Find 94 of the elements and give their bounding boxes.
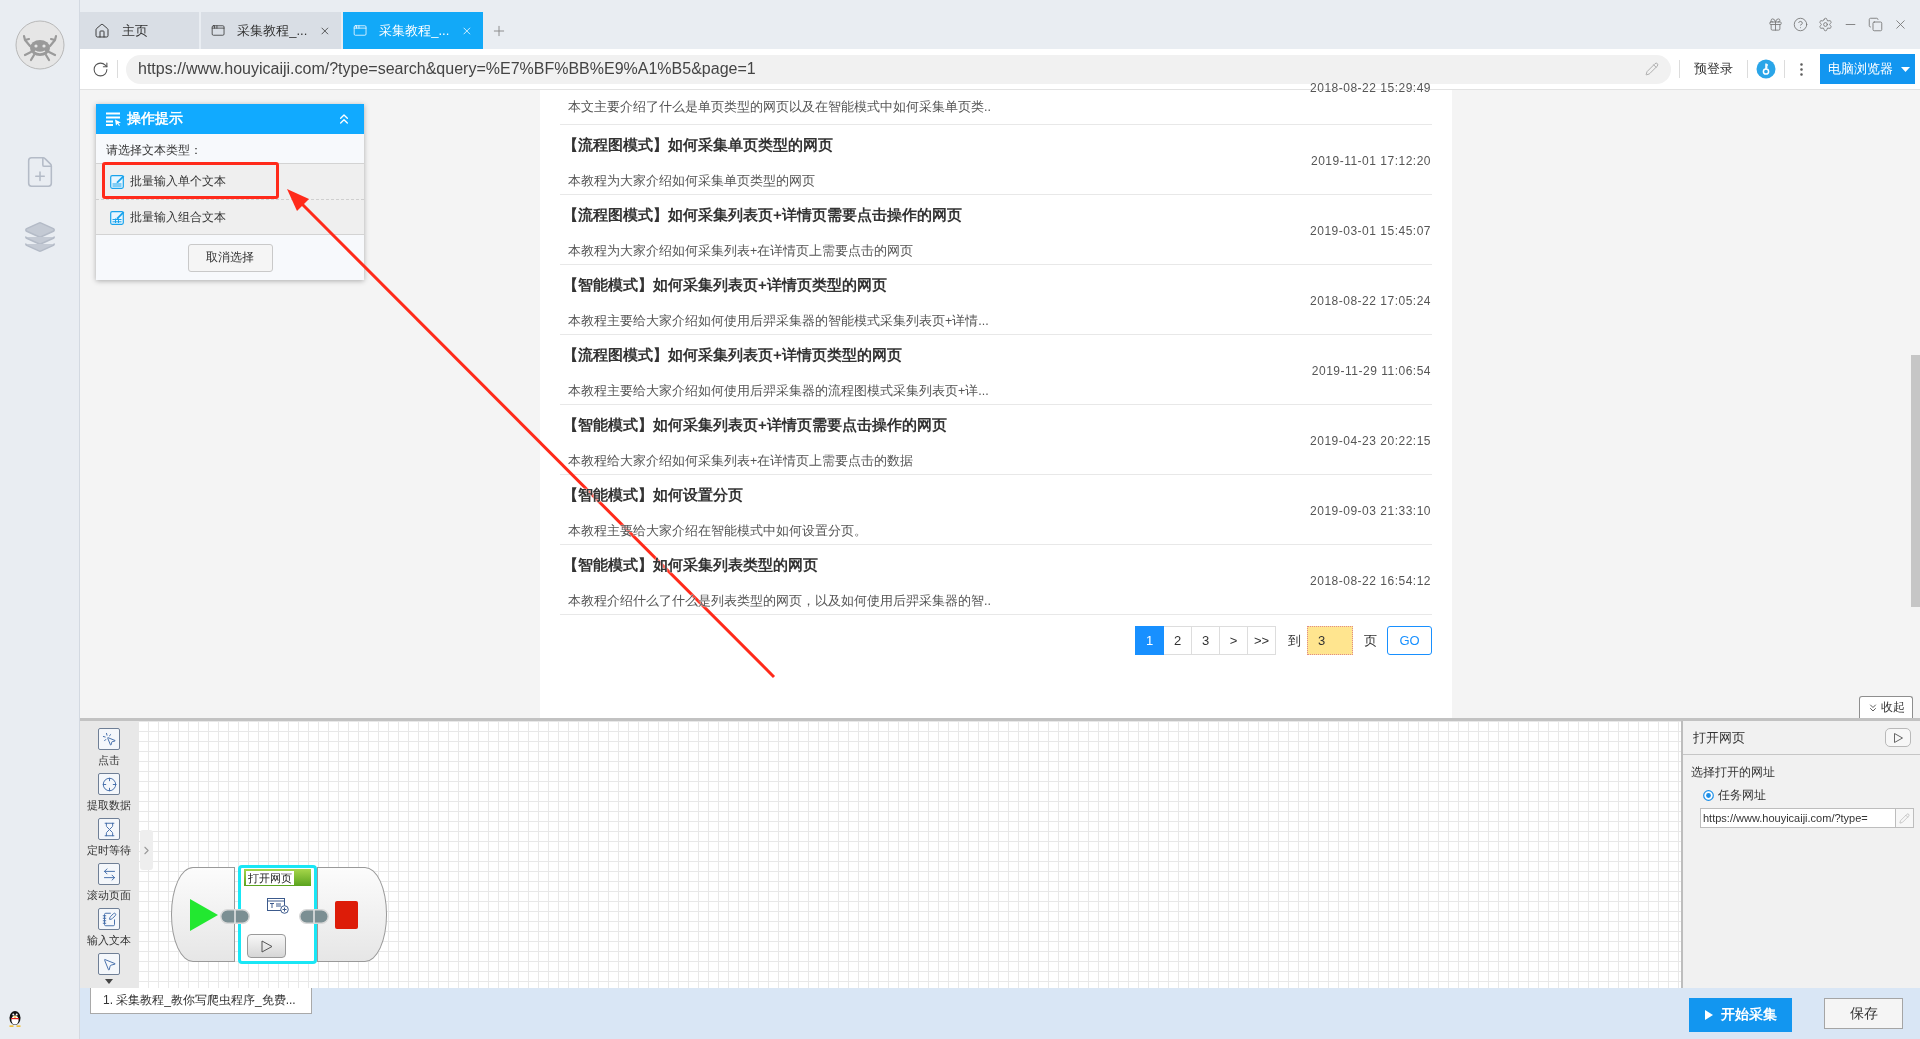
caret-down-icon[interactable] — [105, 979, 113, 984]
logo-icon — [14, 20, 65, 70]
notebook-pen-icon — [98, 908, 120, 930]
flow-step[interactable]: 打开网页 — [238, 865, 317, 964]
last-page-button[interactable]: >> — [1247, 626, 1276, 655]
caret-down-icon — [1901, 66, 1910, 72]
chevrons-down-icon — [1867, 701, 1879, 714]
key-badge-icon[interactable] — [1756, 59, 1776, 79]
browser-window-icon — [266, 898, 289, 914]
connector-icon — [220, 909, 250, 924]
article-summary: 本教程给大家介绍如何采集列表+在详情页上需要点击的数据 — [567, 452, 914, 470]
radio-option[interactable]: 任务网址 — [1703, 787, 1920, 804]
goto-label: 到 — [1288, 631, 1301, 650]
end-node[interactable] — [317, 867, 387, 962]
article-date: 2019-11-29 11:06:54 — [1311, 363, 1431, 378]
cancel-button[interactable]: 取消选择 — [187, 243, 273, 272]
gift-icon[interactable] — [1768, 17, 1783, 32]
help-icon[interactable] — [1793, 17, 1808, 32]
toolbox-item[interactable] — [98, 953, 120, 975]
toolbox-item[interactable]: 滚动页面 — [87, 863, 131, 908]
pencil-icon[interactable] — [1645, 61, 1659, 76]
article-date: 2018-08-22 16:54:12 — [1310, 573, 1431, 588]
collapse-button[interactable]: 收起 — [1859, 696, 1913, 718]
save-button[interactable]: 保存 — [1824, 998, 1903, 1029]
next-page-button[interactable]: > — [1219, 626, 1248, 655]
click-pointer-icon — [98, 728, 120, 750]
edit-table-icon — [110, 209, 125, 225]
properties-title: 打开网页 — [1693, 728, 1745, 747]
text-type-option[interactable]: 批量输入单个文本 — [96, 164, 364, 199]
play-icon — [260, 939, 273, 953]
settings-icon[interactable] — [1818, 17, 1833, 32]
stop-icon — [335, 900, 358, 929]
edit-text-icon — [110, 174, 125, 189]
home-icon — [94, 22, 110, 39]
article-summary: 本教程主要给大家介绍如何使用后羿采集器的流程图模式采集列表页+详... — [567, 382, 989, 400]
section-label: 选择打开的网址 — [1690, 764, 1776, 781]
article-title[interactable]: 【智能模式】如何设置分页 — [563, 485, 743, 510]
page-unit-label: 页 — [1364, 631, 1377, 650]
list-icon — [106, 112, 122, 126]
toolbox-item[interactable]: 提取数据 — [87, 773, 131, 818]
article-title[interactable]: 【智能模式】如何采集列表页+详情页类型的网页 — [563, 275, 887, 300]
run-step-button[interactable] — [247, 934, 286, 958]
close-icon[interactable] — [1893, 17, 1908, 32]
browser-tab[interactable]: 采集教程_... — [201, 12, 341, 49]
toolbox-item[interactable]: 点击 — [98, 728, 120, 773]
scroll-arrows-icon — [98, 863, 120, 885]
tips-title: 操作提示 — [127, 110, 184, 128]
article-summary: 本教程主要给大家介绍如何使用后羿采集器的智能模式采集列表页+详情... — [567, 312, 989, 330]
text-type-option[interactable]: 批量输入组合文本 — [96, 199, 364, 234]
start-node[interactable] — [171, 867, 235, 962]
article-date: 2019-11-01 17:12:20 — [1310, 153, 1431, 168]
article-summary: 本教程介绍什么了什么是列表类型的网页，以及如何使用后羿采集器的智.. — [567, 592, 991, 610]
tips-prompt: 请选择文本类型： — [105, 142, 203, 159]
article-summary: 本教程为大家介绍如何采集单页类型的网页 — [567, 172, 815, 190]
run-button[interactable] — [1885, 728, 1911, 747]
window-icon — [211, 22, 226, 39]
article-date: 2019-04-23 20:22:15 — [1310, 433, 1431, 448]
play-icon — [190, 898, 218, 931]
penguin-icon[interactable] — [8, 1010, 22, 1027]
connector-icon — [299, 909, 329, 924]
window-icon — [353, 22, 368, 39]
article-date: 2018-08-22 15:29:49 — [1310, 81, 1431, 95]
refresh-icon[interactable] — [92, 60, 109, 78]
scrollbar-thumb[interactable] — [1911, 355, 1920, 607]
article-summary: 本教程为大家介绍如何采集列表+在详情页上需要点击的网页 — [567, 242, 914, 260]
url-field[interactable]: https://www.houyicaiji.com/?type= — [1700, 808, 1895, 828]
article-date: 2019-09-03 21:33:10 — [1310, 503, 1431, 518]
browser-tab[interactable]: 主页 — [80, 12, 199, 49]
article-date: 2018-08-22 17:05:24 — [1310, 293, 1431, 308]
radio-icon[interactable] — [1703, 790, 1714, 801]
cursor-icon — [98, 953, 120, 975]
play-icon — [1704, 1010, 1713, 1020]
pre-login-button[interactable]: 预登录 — [1688, 60, 1739, 78]
pencil-icon — [1899, 812, 1910, 824]
step-title: 打开网页 — [246, 870, 294, 885]
edit-url-button[interactable] — [1895, 808, 1914, 828]
task-tab[interactable]: 1. 采集教程_教你写爬虫程序_免费... — [90, 988, 312, 1014]
expand-handle[interactable] — [140, 830, 153, 870]
article-title[interactable]: 【流程图模式】如何采集单页类型的网页 — [563, 135, 833, 160]
page-input[interactable]: 3 — [1307, 626, 1353, 655]
toolbox-item[interactable]: 定时等待 — [87, 818, 131, 863]
hourglass-icon — [98, 818, 120, 840]
address-field[interactable]: https://www.houyicaiji.com/?type=search&query=%E7%BF%BB%E9%A1%B5&page=1 — [126, 54, 1671, 84]
article-summary: 本文主要介绍了什么是单页类型的网页以及在智能模式中如何采集单页类.. — [568, 99, 991, 116]
article-date: 2019-03-01 15:45:07 — [1310, 223, 1431, 238]
play-icon — [1893, 732, 1903, 743]
article-title[interactable]: 【流程图模式】如何采集列表页+详情页类型的网页 — [563, 345, 902, 370]
article-title[interactable]: 【流程图模式】如何采集列表页+详情页需要点击操作的网页 — [563, 205, 962, 230]
article-title[interactable]: 【智能模式】如何采集列表页+详情页需要点击操作的网页 — [563, 415, 947, 440]
toolbox-item[interactable]: 输入文本 — [87, 908, 131, 953]
layers-icon[interactable] — [22, 220, 57, 254]
crosshair-icon — [98, 773, 120, 795]
restore-icon[interactable] — [1868, 17, 1883, 32]
page-button[interactable]: 3 — [1191, 626, 1220, 655]
